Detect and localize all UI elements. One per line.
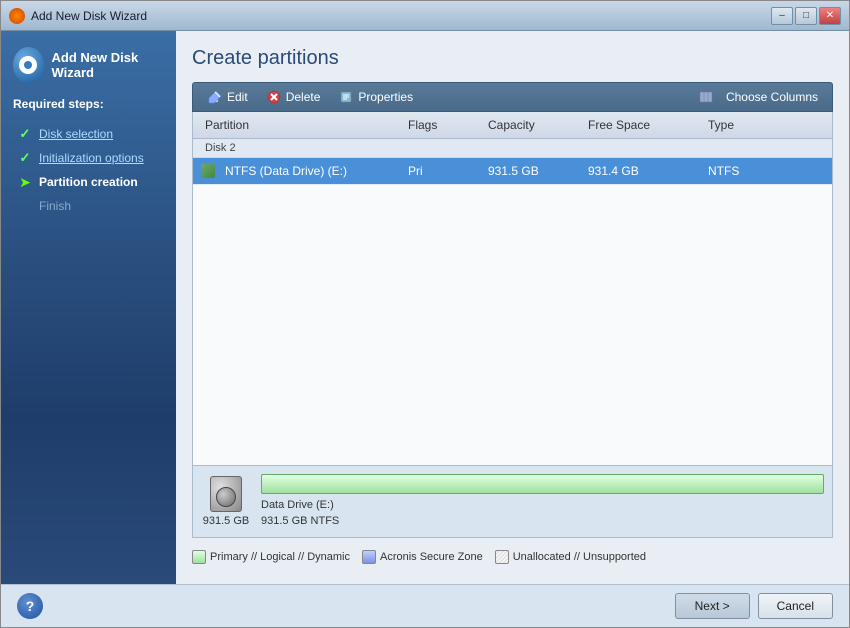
title-bar-left: Add New Disk Wizard <box>9 8 147 24</box>
partition-flags: Pri <box>404 162 484 180</box>
arrow-icon: ➤ <box>17 174 33 190</box>
edit-icon <box>207 89 223 105</box>
sidebar-item-partition-creation: ➤ Partition creation <box>13 171 164 193</box>
window-controls: – □ ✕ <box>771 7 841 25</box>
partition-toolbar: Edit Delete <box>192 82 833 112</box>
sidebar-label-finish: Finish <box>39 199 71 213</box>
wizard-logo <box>13 47 44 83</box>
properties-button[interactable]: Properties <box>330 86 421 108</box>
app-icon <box>9 8 25 24</box>
checkmark-icon-2: ✓ <box>17 150 33 166</box>
cancel-button[interactable]: Cancel <box>758 593 833 619</box>
partition-freespace: 931.4 GB <box>584 162 704 180</box>
partition-icon <box>201 164 215 178</box>
cancel-label: Cancel <box>777 599 814 613</box>
disk-group-label: Disk 2 <box>193 139 832 158</box>
disk-thumbnail: 931.5 GB <box>201 476 251 527</box>
checkmark-icon-1: ✓ <box>17 126 33 142</box>
title-bar: Add New Disk Wizard – □ ✕ <box>1 1 849 31</box>
toolbar-right: Choose Columns <box>698 87 826 107</box>
table-row[interactable]: NTFS (Data Drive) (E:) Pri 931.5 GB 931.… <box>193 158 832 185</box>
minimize-button[interactable]: – <box>771 7 793 25</box>
sidebar-label-initialization[interactable]: Initialization options <box>39 151 144 165</box>
col-header-type: Type <box>704 116 804 134</box>
legend-label-acronis: Acronis Secure Zone <box>380 551 483 563</box>
table-header: Partition Flags Capacity Free Space Type <box>193 112 832 139</box>
partition-type: NTFS <box>704 162 804 180</box>
sidebar-item-finish: Finish <box>13 195 164 217</box>
choose-columns-button[interactable]: Choose Columns <box>718 87 826 107</box>
disk-size-label: 931.5 GB <box>203 515 249 527</box>
disk-visual-area: 931.5 GB Data Drive (E:) 931.5 GB NTFS <box>192 466 833 538</box>
legend-label-primary: Primary // Logical // Dynamic <box>210 551 350 563</box>
disk-bar-area: Data Drive (E:) 931.5 GB NTFS <box>261 474 824 529</box>
sidebar-item-initialization[interactable]: ✓ Initialization options <box>13 147 164 169</box>
content-area: Create partitions Edit <box>176 31 849 584</box>
choose-columns-label: Choose Columns <box>726 90 818 104</box>
sidebar-label-partition-creation: Partition creation <box>39 175 138 189</box>
partition-capacity: 931.5 GB <box>484 162 584 180</box>
legend-swatch-primary <box>192 550 206 564</box>
partition-legend: Primary // Logical // Dynamic Acronis Se… <box>192 542 833 568</box>
empty-icon <box>17 198 33 214</box>
properties-label: Properties <box>358 90 413 104</box>
main-content: Add New Disk Wizard Required steps: ✓ Di… <box>1 31 849 584</box>
disk-capacity-bar <box>261 474 824 494</box>
sidebar-required-label: Required steps: <box>13 97 164 111</box>
legend-primary: Primary // Logical // Dynamic <box>192 550 350 564</box>
col-header-freespace: Free Space <box>584 116 704 134</box>
partition-name: NTFS (Data Drive) (E:) <box>221 162 351 180</box>
legend-swatch-unallocated <box>495 550 509 564</box>
delete-icon <box>266 89 282 105</box>
col-header-extra <box>804 116 824 134</box>
disk-info: Data Drive (E:) 931.5 GB NTFS <box>261 498 824 529</box>
col-header-capacity: Capacity <box>484 116 584 134</box>
help-button[interactable]: ? <box>17 593 43 619</box>
partition-table: Partition Flags Capacity Free Space Type… <box>192 112 833 466</box>
edit-button[interactable]: Edit <box>199 86 256 108</box>
table-body: Disk 2 NTFS (Data Drive) (E:) Pri 931.5 … <box>193 139 832 465</box>
disk-image <box>210 476 242 512</box>
partition-name-cell: NTFS (Data Drive) (E:) <box>201 162 404 180</box>
delete-button[interactable]: Delete <box>258 86 329 108</box>
wizard-header: Add New Disk Wizard <box>52 50 165 80</box>
sidebar: Add New Disk Wizard Required steps: ✓ Di… <box>1 31 176 584</box>
delete-label: Delete <box>286 90 321 104</box>
sidebar-item-disk-selection[interactable]: ✓ Disk selection <box>13 123 164 145</box>
maximize-button[interactable]: □ <box>795 7 817 25</box>
col-header-flags: Flags <box>404 116 484 134</box>
edit-label: Edit <box>227 90 248 104</box>
window-title: Add New Disk Wizard <box>31 9 147 23</box>
disk-drive-detail: 931.5 GB NTFS <box>261 515 339 527</box>
legend-acronis: Acronis Secure Zone <box>362 550 483 564</box>
properties-icon <box>338 89 354 105</box>
page-title: Create partitions <box>192 47 833 70</box>
legend-label-unallocated: Unallocated // Unsupported <box>513 551 646 563</box>
bottom-bar: ? Next > Cancel <box>1 584 849 627</box>
legend-swatch-acronis <box>362 550 376 564</box>
close-button[interactable]: ✕ <box>819 7 841 25</box>
next-label: Next > <box>695 599 730 613</box>
wizard-window: Add New Disk Wizard – □ ✕ Add New Disk W… <box>0 0 850 628</box>
legend-unallocated: Unallocated // Unsupported <box>495 550 646 564</box>
disk-drive-label: Data Drive (E:) <box>261 499 334 511</box>
partition-extra <box>804 169 824 173</box>
col-header-partition: Partition <box>201 116 404 134</box>
next-button[interactable]: Next > <box>675 593 750 619</box>
sidebar-label-disk-selection[interactable]: Disk selection <box>39 127 113 141</box>
columns-icon <box>698 89 714 105</box>
